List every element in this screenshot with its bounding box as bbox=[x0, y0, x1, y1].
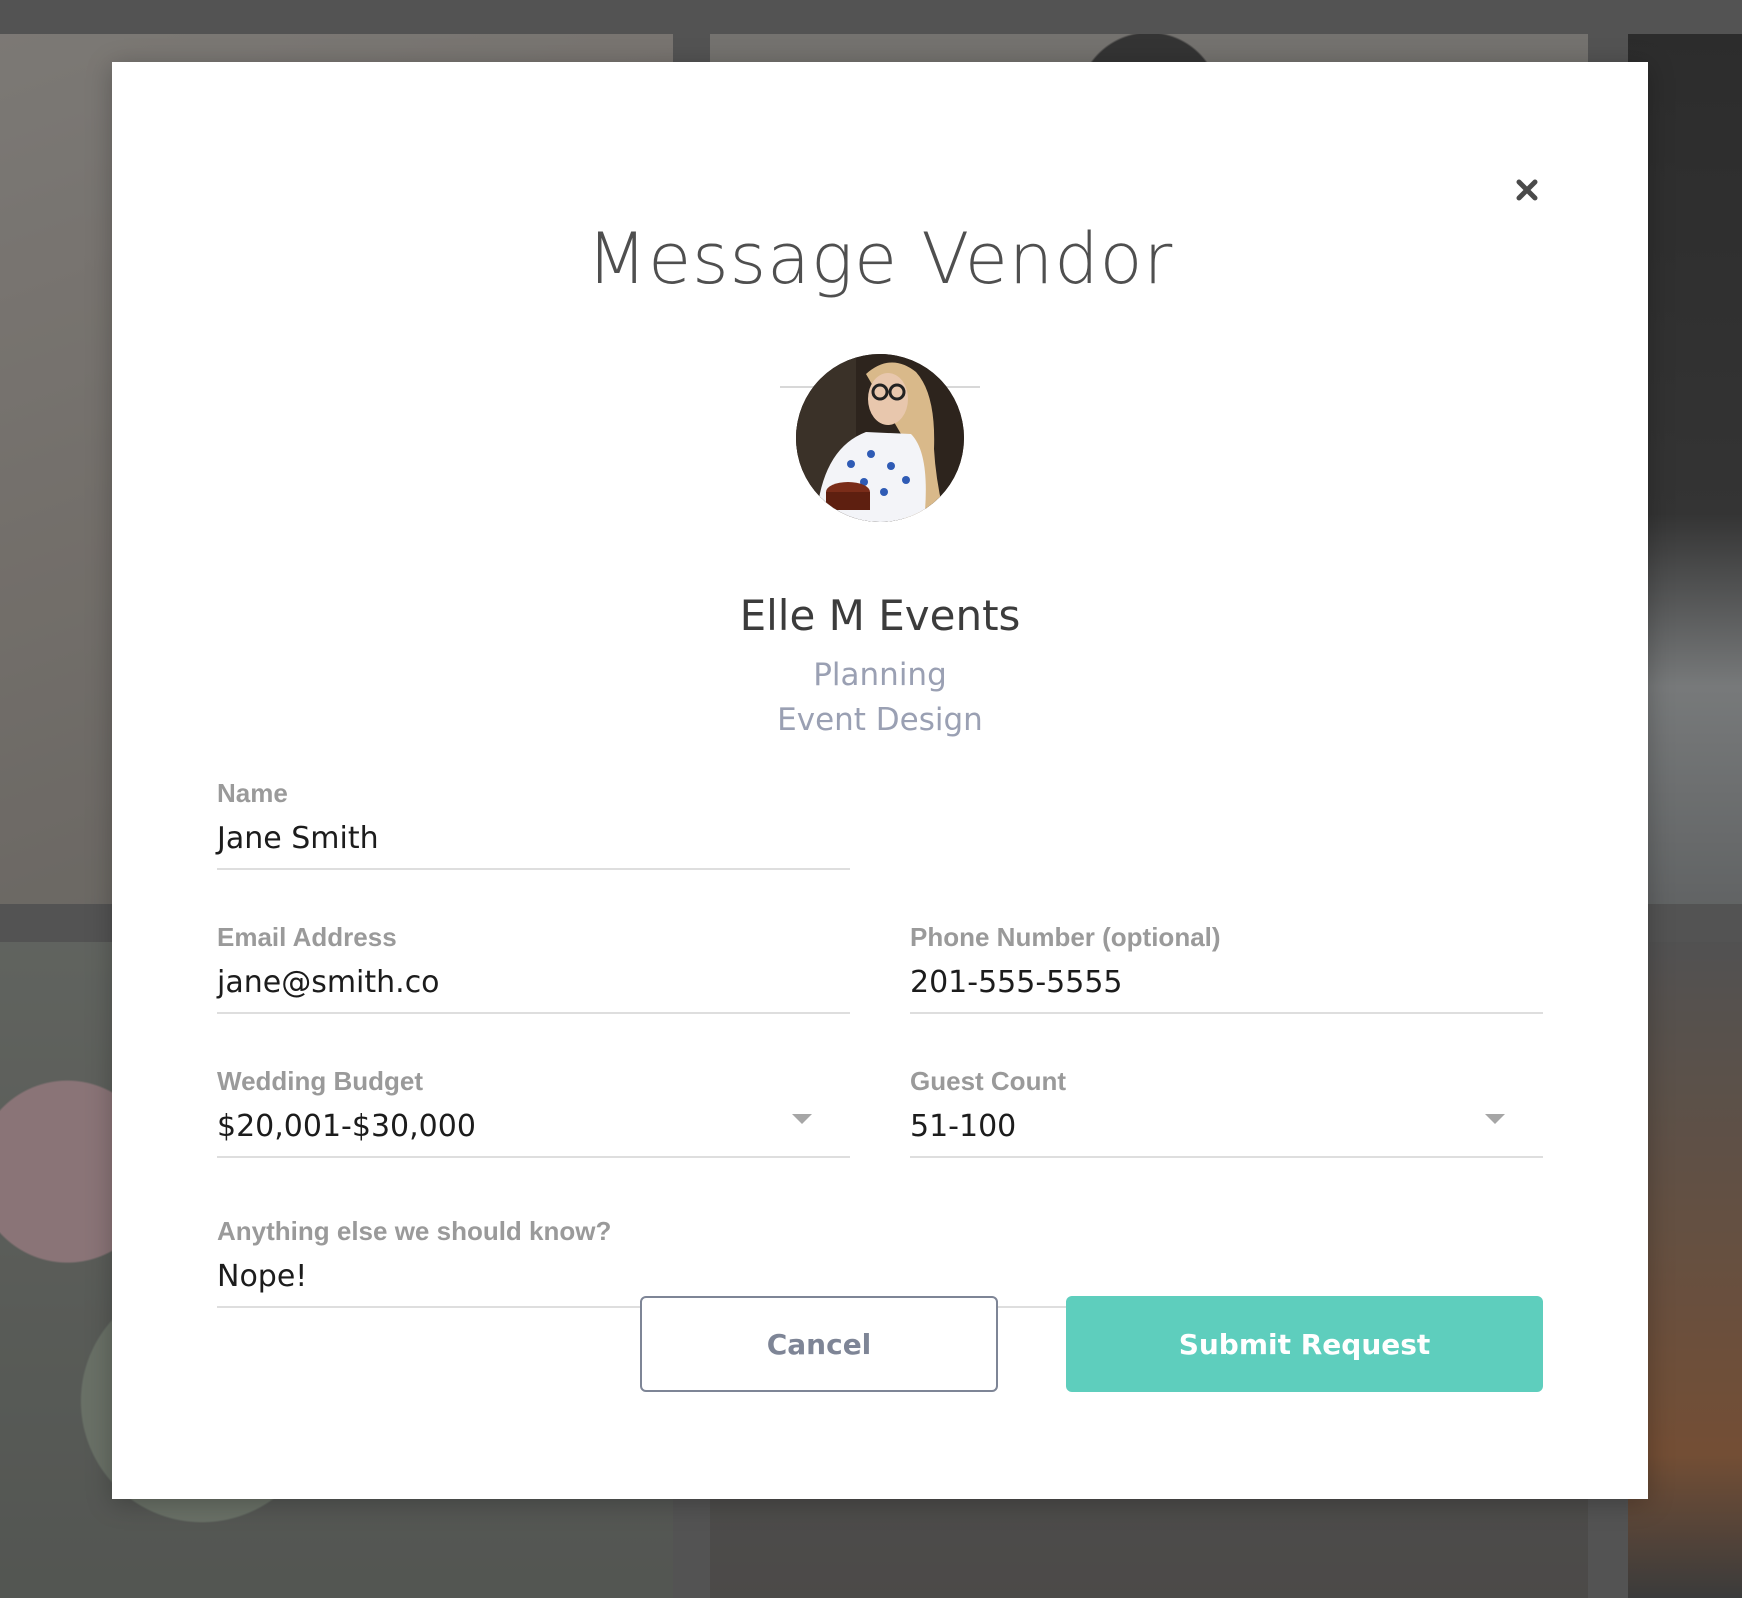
cancel-button[interactable]: Cancel bbox=[640, 1296, 998, 1392]
phone-input[interactable]: 201-555-5555 bbox=[910, 964, 1543, 1010]
name-label: Name bbox=[217, 778, 288, 808]
wedding-budget-select[interactable]: Wedding Budget $20,001-$30,000 bbox=[217, 1068, 850, 1158]
vendor-avatar-image bbox=[796, 354, 964, 522]
notes-field[interactable]: Anything else we should know? Nope! bbox=[217, 1218, 1543, 1308]
close-icon bbox=[1516, 179, 1538, 201]
name-input[interactable]: Jane Smith bbox=[217, 820, 850, 866]
vendor-category: Event Design bbox=[777, 702, 983, 738]
vendor-category: Planning bbox=[813, 657, 947, 693]
close-button[interactable] bbox=[1512, 175, 1542, 205]
guest-count-select[interactable]: Guest Count 51-100 bbox=[910, 1068, 1543, 1158]
phone-label: Phone Number (optional) bbox=[910, 922, 1221, 952]
guest-count-label: Guest Count bbox=[910, 1066, 1066, 1096]
email-input[interactable]: jane@smith.co bbox=[217, 964, 850, 1010]
guest-count-value[interactable]: 51-100 bbox=[910, 1108, 1543, 1154]
modal-title: Message Vendor bbox=[586, 218, 1174, 300]
vendor-name: Elle M Events bbox=[739, 591, 1021, 640]
chevron-down-icon[interactable] bbox=[792, 1114, 812, 1124]
wedding-budget-value[interactable]: $20,001-$30,000 bbox=[217, 1108, 850, 1154]
wedding-budget-label: Wedding Budget bbox=[217, 1066, 424, 1096]
email-label: Email Address bbox=[217, 922, 397, 952]
email-field[interactable]: Email Address jane@smith.co bbox=[217, 924, 850, 1014]
vendor-avatar bbox=[796, 354, 964, 522]
phone-field[interactable]: Phone Number (optional) 201-555-5555 bbox=[910, 924, 1543, 1014]
submit-request-button[interactable]: Submit Request bbox=[1066, 1296, 1543, 1392]
chevron-down-icon[interactable] bbox=[1485, 1114, 1505, 1124]
name-field[interactable]: Name Jane Smith bbox=[217, 780, 850, 870]
message-vendor-modal: Message Vendor Elle M Events Planning Ev… bbox=[112, 62, 1648, 1499]
notes-label: Anything else we should know? bbox=[217, 1216, 612, 1246]
